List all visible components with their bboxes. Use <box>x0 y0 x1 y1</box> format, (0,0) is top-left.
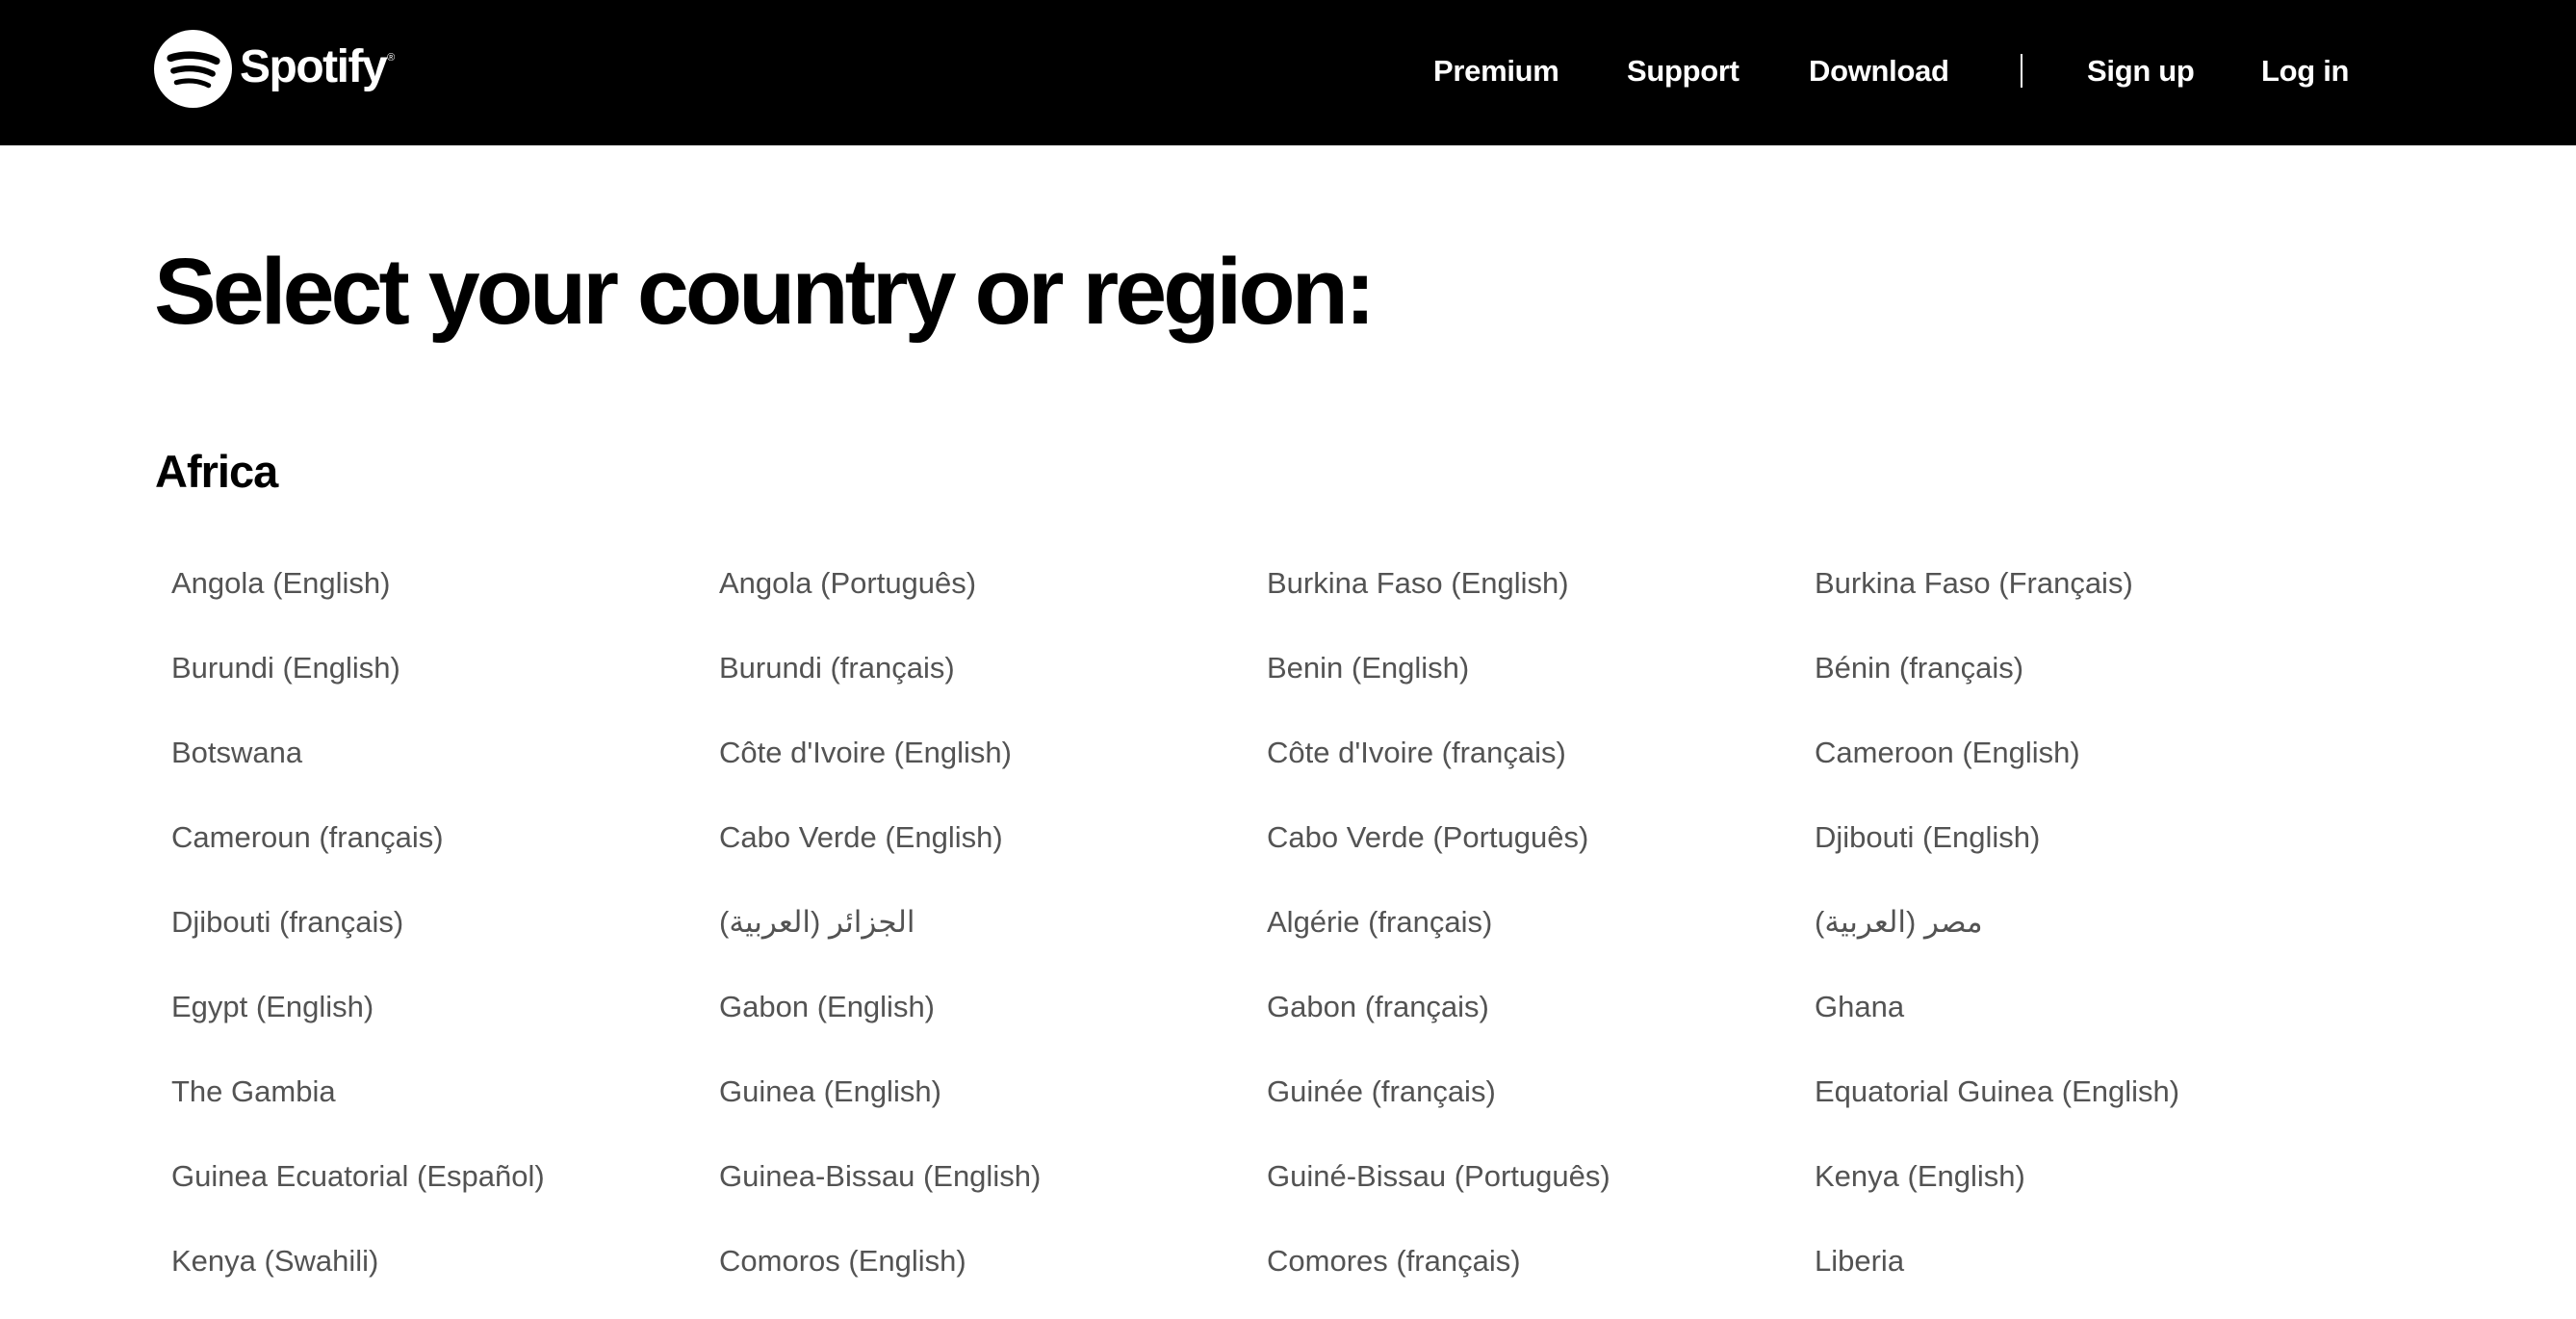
country-link[interactable]: Burkina Faso (English) <box>1267 556 1815 610</box>
list-item: Djibouti (français) <box>171 895 719 980</box>
list-item: Côte d'Ivoire (English) <box>719 726 1267 811</box>
country-link[interactable]: Burkina Faso (Français) <box>1815 556 2362 610</box>
list-item: Guiné-Bissau (Português) <box>1267 1150 1815 1234</box>
country-link[interactable]: Guinea-Bissau (English) <box>719 1150 1267 1203</box>
country-link[interactable]: Kenya (Swahili) <box>171 1234 719 1288</box>
country-link[interactable]: Guiné-Bissau (Português) <box>1267 1150 1815 1203</box>
country-link[interactable]: Algérie (français) <box>1267 895 1815 949</box>
country-link[interactable]: Djibouti (English) <box>1815 811 2362 865</box>
country-link[interactable]: Equatorial Guinea (English) <box>1815 1065 2362 1119</box>
list-item: Comoros (English) <box>719 1234 1267 1319</box>
country-link[interactable]: Ghana <box>1815 980 2362 1034</box>
list-item: Angola (English) <box>171 556 719 641</box>
country-link[interactable]: Angola (English) <box>171 556 719 610</box>
country-link[interactable]: Cameroun (français) <box>171 811 719 865</box>
country-link[interactable]: Cameroon (English) <box>1815 726 2362 780</box>
top-navigation-bar: Spotify ® Premium Support Download Sign u… <box>0 0 2576 145</box>
nav-download-link[interactable]: Download <box>1809 52 1949 91</box>
region-heading-africa: Africa <box>155 446 278 497</box>
list-item: Comores (français) <box>1267 1234 1815 1319</box>
list-item: Kenya (Swahili) <box>171 1234 719 1319</box>
country-link[interactable]: Angola (Português) <box>719 556 1267 610</box>
list-item: Burundi (français) <box>719 641 1267 726</box>
country-link[interactable]: Djibouti (français) <box>171 895 719 949</box>
country-link[interactable]: Comoros (English) <box>719 1234 1267 1288</box>
country-link[interactable]: Gabon (français) <box>1267 980 1815 1034</box>
list-item: Botswana <box>171 726 719 811</box>
nav-premium-link[interactable]: Premium <box>1433 52 1559 91</box>
list-item: Guinea (English) <box>719 1065 1267 1150</box>
list-item: Djibouti (English) <box>1815 811 2362 895</box>
list-item: Burundi (English) <box>171 641 719 726</box>
list-item: Benin (English) <box>1267 641 1815 726</box>
list-item: Burkina Faso (Français) <box>1815 556 2362 641</box>
nav-divider <box>2021 54 2022 88</box>
list-item: Kenya (English) <box>1815 1150 2362 1234</box>
country-link[interactable]: Botswana <box>171 726 719 780</box>
country-link[interactable]: Côte d'Ivoire (français) <box>1267 726 1815 780</box>
list-item: الجزائر (العربية) <box>719 895 1267 980</box>
main-nav: Premium Support Download Sign up Log in <box>0 0 2576 145</box>
country-link[interactable]: Guinea (English) <box>719 1065 1267 1119</box>
list-item: Côte d'Ivoire (français) <box>1267 726 1815 811</box>
country-link[interactable]: Guinée (français) <box>1267 1065 1815 1119</box>
country-link[interactable]: مصر (العربية) <box>1815 895 2362 949</box>
list-item: Algérie (français) <box>1267 895 1815 980</box>
list-item: Ghana <box>1815 980 2362 1065</box>
list-item: Cameroon (English) <box>1815 726 2362 811</box>
list-item: Cabo Verde (English) <box>719 811 1267 895</box>
list-item: Guinée (français) <box>1267 1065 1815 1150</box>
country-link[interactable]: Benin (English) <box>1267 641 1815 695</box>
country-link[interactable]: Guinea Ecuatorial (Español) <box>171 1150 719 1203</box>
country-link[interactable]: Liberia <box>1815 1234 2362 1288</box>
list-item: Cabo Verde (Português) <box>1267 811 1815 895</box>
country-link[interactable]: Gabon (English) <box>719 980 1267 1034</box>
country-link[interactable]: Comores (français) <box>1267 1234 1815 1288</box>
list-item: The Gambia <box>171 1065 719 1150</box>
country-link[interactable]: Burundi (français) <box>719 641 1267 695</box>
country-list-africa: Angola (English) Angola (Português) Burk… <box>171 556 2414 1319</box>
country-link[interactable]: Kenya (English) <box>1815 1150 2362 1203</box>
list-item: Bénin (français) <box>1815 641 2362 726</box>
country-link[interactable]: Cabo Verde (English) <box>719 811 1267 865</box>
list-item: Angola (Português) <box>719 556 1267 641</box>
list-item: Egypt (English) <box>171 980 719 1065</box>
country-link[interactable]: The Gambia <box>171 1065 719 1119</box>
list-item: Guinea-Bissau (English) <box>719 1150 1267 1234</box>
nav-login-link[interactable]: Log in <box>2261 52 2349 91</box>
list-item: Guinea Ecuatorial (Español) <box>171 1150 719 1234</box>
list-item: Cameroun (français) <box>171 811 719 895</box>
list-item: Equatorial Guinea (English) <box>1815 1065 2362 1150</box>
country-link[interactable]: Bénin (français) <box>1815 641 2362 695</box>
list-item: Burkina Faso (English) <box>1267 556 1815 641</box>
page-title: Select your country or region: <box>154 239 1376 344</box>
list-item: مصر (العربية) <box>1815 895 2362 980</box>
list-item: Gabon (français) <box>1267 980 1815 1065</box>
country-link[interactable]: Egypt (English) <box>171 980 719 1034</box>
country-link[interactable]: Burundi (English) <box>171 641 719 695</box>
nav-signup-link[interactable]: Sign up <box>2087 52 2195 91</box>
nav-support-link[interactable]: Support <box>1627 52 1739 91</box>
list-item: Liberia <box>1815 1234 2362 1319</box>
list-item: Gabon (English) <box>719 980 1267 1065</box>
country-link[interactable]: الجزائر (العربية) <box>719 895 1267 949</box>
country-link[interactable]: Cabo Verde (Português) <box>1267 811 1815 865</box>
country-link[interactable]: Côte d'Ivoire (English) <box>719 726 1267 780</box>
